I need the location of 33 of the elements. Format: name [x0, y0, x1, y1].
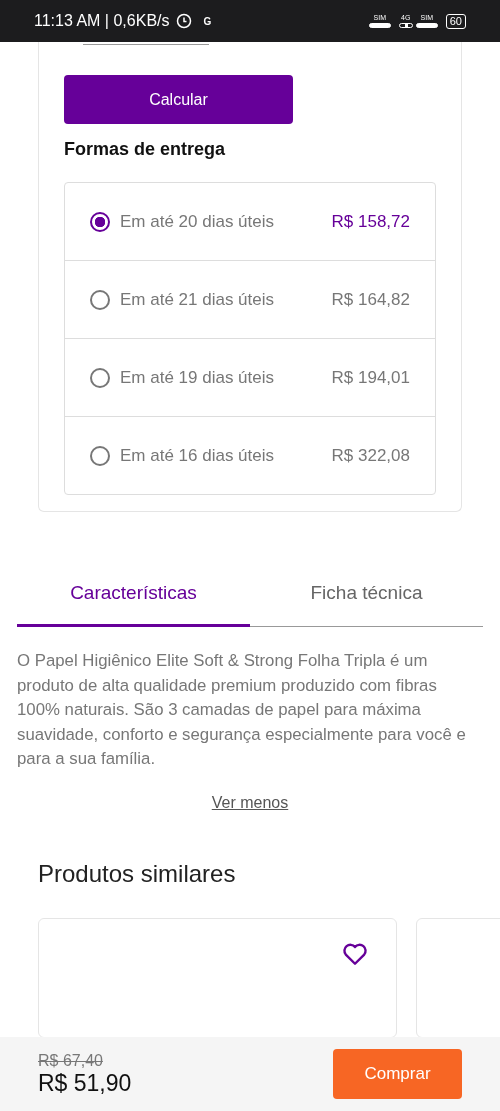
- option-price: R$ 164,82: [331, 289, 410, 310]
- option-price: R$ 158,72: [331, 211, 410, 232]
- shipping-option[interactable]: Em até 20 dias úteis R$ 158,72: [65, 183, 435, 260]
- tab[interactable]: Ficha técnica: [250, 550, 483, 626]
- description-text: O Papel Higiênico Elite Soft & Strong Folha Tripla é um produto de alta qualidade premium produzido com fibras 100% naturais. São 3 camadas de papel para máxima suavidade, conforto e segurança especialmente para você e para a sua família.: [17, 650, 467, 771]
- clock-icon: [175, 13, 192, 29]
- option-label: Em até 21 dias úteis: [120, 289, 276, 310]
- option-price: R$ 322,08: [331, 445, 410, 466]
- toggle-icon: [398, 23, 413, 28]
- option-label: Em até 20 dias úteis: [120, 211, 276, 232]
- radio-button[interactable]: [90, 211, 110, 232]
- signal-icon: [368, 23, 391, 28]
- current-price: R$ 51,90: [38, 1069, 132, 1097]
- battery-indicator: 60: [445, 13, 466, 29]
- option-label: Em até 19 dias úteis: [120, 367, 276, 388]
- radio-button[interactable]: [90, 367, 110, 388]
- toggle-link[interactable]: Ver menos: [211, 793, 289, 811]
- heart-icon[interactable]: [342, 941, 368, 966]
- option-price: R$ 194,01: [331, 367, 410, 388]
- radio-button[interactable]: [90, 289, 110, 310]
- tab[interactable]: Características: [17, 550, 250, 627]
- shipping-option[interactable]: Em até 21 dias úteis R$ 164,82: [65, 260, 435, 338]
- old-price: R$ 67,40: [38, 1051, 104, 1070]
- signal-icon: [415, 23, 438, 28]
- section-heading: Formas de entrega: [64, 139, 227, 160]
- shipping-option[interactable]: Em até 19 dias úteis R$ 194,01: [65, 338, 435, 416]
- shipping-option[interactable]: Em até 16 dias úteis R$ 322,08: [65, 416, 435, 494]
- option-label: Em até 16 dias úteis: [120, 445, 276, 466]
- calculate-button[interactable]: Calcular: [64, 75, 293, 124]
- radio-button[interactable]: [90, 445, 110, 466]
- carrier-label: G: [203, 15, 212, 27]
- section-title: Produtos similares: [38, 859, 237, 888]
- status-time: 11:13 AM | 0,6KB/s: [34, 12, 170, 30]
